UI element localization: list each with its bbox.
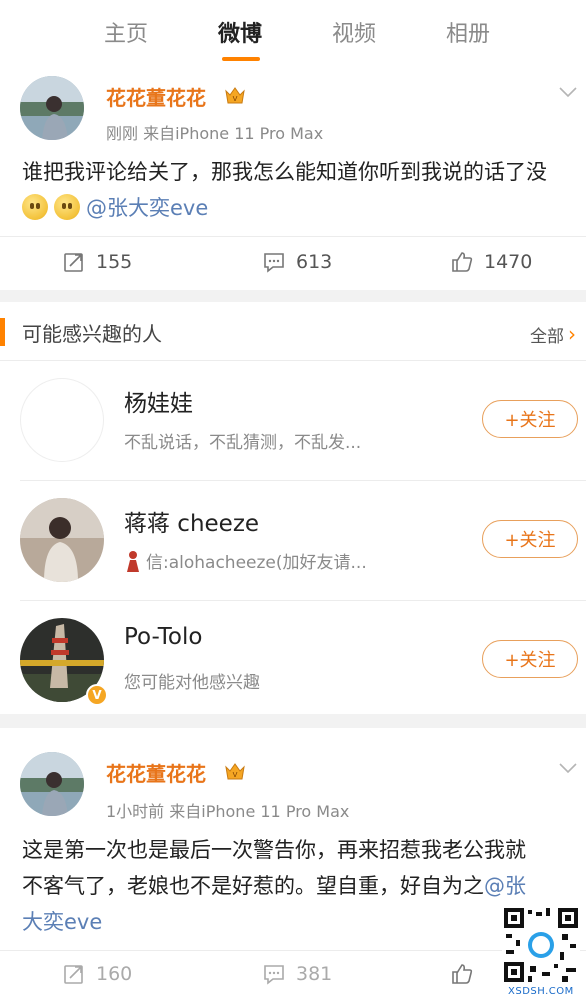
post-text: 谁把我评论给关了，那我怎么能知道你听到我说的话了没 @张大奕eve <box>22 160 547 220</box>
divider <box>0 236 586 237</box>
recommendation-header: 可能感兴趣的人 全部 › <box>0 302 586 360</box>
post-source: 来自iPhone 11 Pro Max <box>169 802 350 821</box>
svg-text:V: V <box>233 771 238 779</box>
chevron-right-icon: › <box>568 322 576 346</box>
thumbs-up-icon <box>452 252 473 272</box>
user-description: 不乱说话，不乱猜测，不乱发... <box>124 433 362 453</box>
post-time: 1小时前 <box>106 802 165 821</box>
post-source: 来自iPhone 11 Pro Max <box>143 124 324 143</box>
repost-icon <box>64 965 83 984</box>
verified-badge-icon: V <box>86 684 108 706</box>
author-name[interactable]: 花花董花花 <box>106 82 206 111</box>
comment-count: 613 <box>296 251 333 273</box>
follow-button[interactable]: +关注 <box>482 520 578 558</box>
smile-emoji-icon <box>22 194 48 220</box>
user-name[interactable]: Po-Tolo <box>124 624 202 650</box>
user-name[interactable]: 杨娃娃 <box>124 384 193 418</box>
comment-icon <box>264 965 284 985</box>
mention-link[interactable]: @张大奕eve <box>86 196 208 220</box>
author-name[interactable]: 花花董花花 <box>106 758 206 787</box>
watermark-text: XSDSH.COM <box>508 986 574 997</box>
svg-text:V: V <box>233 95 238 103</box>
post-text: 这是第一次也是最后一次警告你，再来招惹我老公我就不客气了，老娘也不是好惹的。望自… <box>22 838 526 934</box>
repost-button[interactable]: 155 <box>62 250 132 274</box>
divider <box>0 950 586 951</box>
post-card: 花花董花花 V 刚刚 来自iPhone 11 Pro Max 谁把我评论给关了，… <box>0 66 586 290</box>
accent-bar <box>0 318 5 346</box>
recommended-user-row[interactable]: V Po-Tolo 您可能对他感兴趣 +关注 <box>0 600 586 720</box>
follow-button[interactable]: +关注 <box>482 400 578 438</box>
user-avatar[interactable] <box>20 498 104 582</box>
repost-button[interactable]: 160 <box>62 962 132 986</box>
post-meta: 1小时前 来自iPhone 11 Pro Max <box>106 798 349 822</box>
like-button[interactable]: 1470 <box>450 250 532 274</box>
post-time: 刚刚 <box>106 124 139 143</box>
author-avatar[interactable] <box>20 76 84 140</box>
repost-icon <box>64 253 83 272</box>
tab-weibo[interactable]: 微博 <box>218 16 262 48</box>
comment-icon <box>264 253 284 273</box>
author-avatar[interactable] <box>20 752 84 816</box>
repost-count: 160 <box>96 963 133 985</box>
tab-home[interactable]: 主页 <box>104 16 148 48</box>
comment-button[interactable]: 381 <box>262 962 332 986</box>
chevron-down-icon[interactable] <box>558 762 578 774</box>
user-name[interactable]: 蒋蒋 cheeze <box>124 504 259 538</box>
follow-button[interactable]: +关注 <box>482 640 578 678</box>
vip-crown-icon: V <box>225 763 245 780</box>
post-card: 花花董花花 V 1小时前 来自iPhone 11 Pro Max 这是第一次也是… <box>0 728 586 1000</box>
recommended-user-row[interactable]: 蒋蒋 cheeze 信:alohacheeze(加好友请... +关注 <box>0 480 586 600</box>
smile-emoji-icon <box>54 194 80 220</box>
post-meta: 刚刚 来自iPhone 11 Pro Max <box>106 120 323 144</box>
top-tab-bar: 主页 微博 视频 相册 <box>0 0 586 66</box>
like-button[interactable] <box>450 962 474 986</box>
view-all-link[interactable]: 全部 › <box>530 322 576 347</box>
repost-count: 155 <box>96 251 133 273</box>
tab-video[interactable]: 视频 <box>332 16 376 48</box>
qr-code-watermark <box>502 906 580 984</box>
user-description: 信:alohacheeze(加好友请... <box>124 548 367 573</box>
chevron-down-icon[interactable] <box>558 86 578 98</box>
red-figure-icon <box>127 550 139 572</box>
user-description: 您可能对他感兴趣 <box>124 673 260 693</box>
comment-count: 381 <box>296 963 333 985</box>
user-avatar[interactable] <box>20 378 104 462</box>
recommendation-card: 可能感兴趣的人 全部 › 杨娃娃 不乱说话，不乱猜测，不乱发... +关注 蒋蒋… <box>0 302 586 714</box>
vip-crown-icon: V <box>225 87 245 104</box>
comment-button[interactable]: 613 <box>262 250 332 274</box>
tab-album[interactable]: 相册 <box>446 16 490 48</box>
recommended-user-row[interactable]: 杨娃娃 不乱说话，不乱猜测，不乱发... +关注 <box>0 360 586 480</box>
thumbs-up-icon <box>452 964 473 984</box>
recommendation-title: 可能感兴趣的人 <box>22 322 162 346</box>
active-tab-indicator <box>222 57 260 61</box>
like-count: 1470 <box>484 251 533 273</box>
